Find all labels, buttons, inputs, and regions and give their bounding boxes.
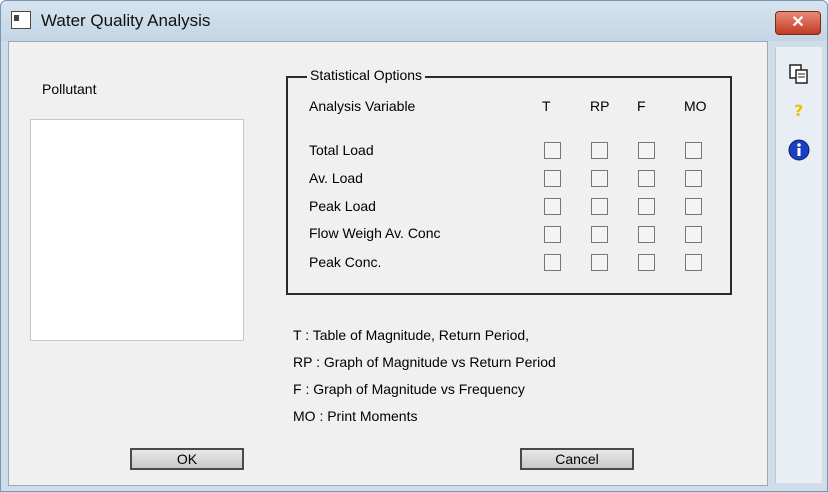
checkbox-av-load-mo[interactable] — [685, 170, 702, 187]
checkbox-total-load-mo[interactable] — [685, 142, 702, 159]
checkbox-peak-conc-mo[interactable] — [685, 254, 702, 271]
ok-button[interactable]: OK — [130, 448, 244, 470]
checkbox-peak-load-mo[interactable] — [685, 198, 702, 215]
column-header-mo: MO — [684, 98, 707, 114]
checkbox-total-load-f[interactable] — [638, 142, 655, 159]
column-header-t: T — [542, 98, 551, 114]
checkbox-peak-conc-f[interactable] — [638, 254, 655, 271]
checkbox-av-load-rp[interactable] — [591, 170, 608, 187]
legend-mo: MO : Print Moments — [293, 408, 418, 424]
help-icon[interactable]: ? — [788, 99, 810, 121]
pollutant-listbox[interactable] — [30, 119, 244, 341]
cancel-button[interactable]: Cancel — [520, 448, 634, 470]
row-label-total-load: Total Load — [309, 142, 374, 158]
column-header-rp: RP — [590, 98, 610, 114]
close-button[interactable]: ✕ — [775, 11, 821, 35]
pollutant-label: Pollutant — [42, 81, 97, 97]
checkbox-av-load-f[interactable] — [638, 170, 655, 187]
row-label-peak-conc: Peak Conc. — [309, 254, 382, 270]
checkbox-peak-load-t[interactable] — [544, 198, 561, 215]
row-label-peak-load: Peak Load — [309, 198, 376, 214]
row-label-av-load: Av. Load — [309, 170, 363, 186]
checkbox-av-load-t[interactable] — [544, 170, 561, 187]
analysis-variable-header: Analysis Variable — [309, 98, 416, 114]
sidebar-toolbar: ? — [775, 47, 822, 483]
checkbox-peak-load-rp[interactable] — [591, 198, 608, 215]
column-header-f: F — [637, 98, 646, 114]
checkbox-flow-weigh-av-conc-t[interactable] — [544, 226, 561, 243]
checkbox-flow-weigh-av-conc-rp[interactable] — [591, 226, 608, 243]
checkbox-total-load-t[interactable] — [544, 142, 561, 159]
checkbox-peak-conc-rp[interactable] — [591, 254, 608, 271]
dialog-window: Water Quality Analysis ✕ ? Pollutant Sta… — [0, 0, 828, 492]
app-icon[interactable] — [11, 11, 31, 29]
row-label-flow-weigh-av-conc: Flow Weigh Av. Conc — [309, 225, 441, 241]
legend-f: F : Graph of Magnitude vs Frequency — [293, 381, 525, 397]
svg-text:?: ? — [794, 101, 803, 120]
legend-rp: RP : Graph of Magnitude vs Return Period — [293, 354, 556, 370]
checkbox-total-load-rp[interactable] — [591, 142, 608, 159]
checkbox-peak-load-f[interactable] — [638, 198, 655, 215]
title-bar[interactable]: Water Quality Analysis ✕ — [1, 1, 827, 41]
statistical-options-title: Statistical Options — [307, 67, 426, 83]
checkbox-flow-weigh-av-conc-mo[interactable] — [685, 226, 702, 243]
window-title: Water Quality Analysis — [41, 11, 211, 30]
checkbox-flow-weigh-av-conc-f[interactable] — [638, 226, 655, 243]
legend-t: T : Table of Magnitude, Return Period, — [293, 327, 530, 343]
checkbox-peak-conc-t[interactable] — [544, 254, 561, 271]
copy-icon[interactable] — [788, 63, 810, 85]
info-icon[interactable] — [788, 139, 810, 161]
